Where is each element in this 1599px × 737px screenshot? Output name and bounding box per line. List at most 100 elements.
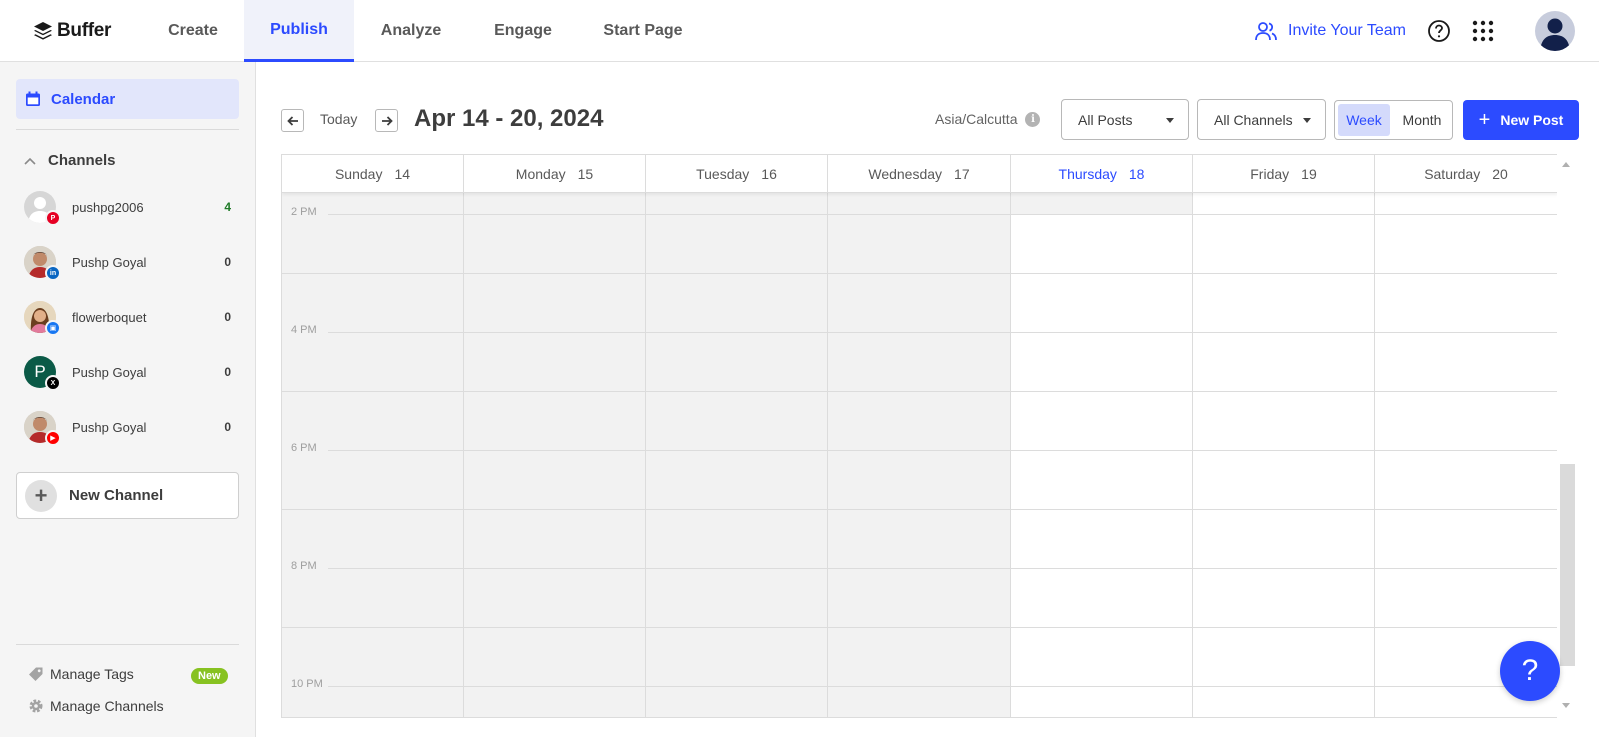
sidebar-divider	[16, 644, 239, 645]
scrollbar-thumb[interactable]	[1560, 464, 1575, 666]
posts-filter-select[interactable]: All Posts	[1061, 99, 1189, 140]
channel-post-count: 4	[224, 200, 231, 214]
channel-avatar: ▣	[24, 301, 61, 336]
facebook-page-icon: ▣	[45, 320, 61, 336]
tab-analyze[interactable]: Analyze	[365, 0, 457, 62]
day-name: Tuesday	[696, 165, 750, 182]
channel-avatar: P	[24, 191, 61, 226]
day-date: 15	[577, 165, 594, 182]
channel-post-count: 0	[224, 365, 231, 379]
help-icon	[1428, 20, 1450, 42]
day-header-wednesday: Wednesday 17	[828, 155, 1011, 192]
day-column-saturday[interactable]	[1375, 193, 1557, 717]
help-chat-button[interactable]: ?	[1500, 641, 1560, 701]
pinterest-icon: P	[45, 210, 61, 226]
tab-publish[interactable]: Publish	[244, 0, 354, 62]
channel-post-count: 0	[224, 310, 231, 324]
sidebar-item-calendar[interactable]: Calendar	[16, 79, 239, 119]
info-icon[interactable]: i	[1025, 111, 1041, 127]
channels-heading: Channels	[48, 152, 116, 169]
sidebar: Calendar Channels P pushpg2006 4 in Push…	[0, 62, 256, 737]
avatar-letter: P	[34, 362, 46, 381]
channel-name: Pushp Goyal	[72, 364, 147, 380]
week-view-button[interactable]: Week	[1338, 104, 1390, 136]
user-avatar-icon	[1540, 18, 1570, 51]
gear-icon	[29, 699, 43, 713]
day-column-friday[interactable]	[1193, 193, 1375, 717]
scroll-up-icon[interactable]	[1562, 162, 1570, 167]
channel-post-count: 0	[224, 255, 231, 269]
channel-name: Pushp Goyal	[72, 419, 147, 435]
date-range-title: Apr 14 - 20, 2024	[414, 105, 604, 132]
new-post-label: New Post	[1500, 112, 1564, 128]
timezone-label: Asia/Calcutta	[935, 111, 1018, 127]
hour-line	[328, 332, 1557, 333]
previous-week-button[interactable]	[281, 109, 304, 132]
chevron-up-icon	[24, 157, 36, 165]
buffer-logo[interactable]: Buffer	[33, 19, 111, 43]
past-time-shade	[1011, 193, 1192, 214]
channel-name: flowerboquet	[72, 309, 147, 325]
day-date: 20	[1492, 165, 1508, 182]
day-column-sunday[interactable]: 2 PM 4 PM 6 PM 8 PM 10 PM	[282, 193, 464, 717]
day-column-monday[interactable]	[464, 193, 646, 717]
plus-icon: +	[1478, 108, 1491, 131]
user-avatar[interactable]	[1535, 11, 1575, 51]
view-toggle: Week Month	[1334, 100, 1453, 140]
time-label: 6 PM	[291, 442, 317, 454]
channels-section-toggle[interactable]: Channels	[24, 152, 116, 169]
tab-create[interactable]: Create	[148, 0, 238, 62]
help-button[interactable]	[1425, 17, 1453, 45]
manage-tags-link[interactable]: Manage Tags	[28, 666, 134, 682]
channel-item[interactable]: ▶ Pushp Goyal 0	[16, 405, 239, 449]
hour-line	[328, 214, 1557, 215]
manage-channels-link[interactable]: Manage Channels	[28, 698, 164, 714]
hour-line	[328, 568, 1557, 569]
timezone-indicator: Asia/Calcutta i	[935, 111, 1041, 127]
tab-engage[interactable]: Engage	[477, 0, 569, 62]
tab-start-page[interactable]: Start Page	[590, 0, 696, 62]
day-name: Saturday	[1424, 165, 1481, 182]
arrow-left-icon	[286, 115, 298, 126]
hour-line	[282, 391, 1557, 392]
channel-item[interactable]: P X Pushp Goyal 0	[16, 350, 239, 394]
invite-team-button[interactable]: Invite Your Team	[1254, 17, 1406, 45]
calendar-header: Sunday 14 Monday 15 Tuesday 16 Wednesday…	[282, 155, 1557, 193]
time-label: 8 PM	[291, 560, 317, 572]
day-column-tuesday[interactable]	[646, 193, 828, 717]
scroll-down-icon[interactable]	[1562, 703, 1570, 708]
day-column-wednesday[interactable]	[828, 193, 1011, 717]
next-week-button[interactable]	[375, 109, 398, 132]
brand-name: Buffer	[57, 20, 112, 41]
sidebar-divider	[16, 129, 239, 130]
x-twitter-icon: X	[45, 375, 61, 391]
day-header-monday: Monday 15	[464, 155, 646, 192]
day-header-thursday: Thursday 18	[1011, 155, 1193, 192]
month-view-button[interactable]: Month	[1394, 104, 1450, 136]
tag-icon	[29, 667, 43, 681]
hour-line	[328, 450, 1557, 451]
calendar-label: Calendar	[51, 90, 116, 108]
time-label: 2 PM	[291, 206, 317, 218]
today-button[interactable]: Today	[320, 111, 357, 127]
new-post-button[interactable]: + New Post	[1463, 100, 1579, 140]
new-badge: New	[191, 668, 228, 684]
day-header-friday: Friday 19	[1193, 155, 1375, 192]
hour-line	[282, 273, 1557, 274]
caret-down-icon	[1166, 118, 1174, 123]
manage-tags-label: Manage Tags	[50, 666, 134, 682]
users-icon	[1255, 22, 1277, 41]
apps-menu-button[interactable]	[1469, 17, 1497, 45]
channel-item[interactable]: in Pushp Goyal 0	[16, 240, 239, 284]
channels-filter-value: All Channels	[1214, 111, 1293, 128]
day-header-tuesday: Tuesday 16	[646, 155, 828, 192]
channel-item[interactable]: ▣ flowerboquet 0	[16, 295, 239, 339]
channel-item[interactable]: P pushpg2006 4	[16, 185, 239, 229]
calendar-icon	[26, 91, 40, 106]
channels-filter-select[interactable]: All Channels	[1197, 99, 1326, 140]
day-date: 14	[394, 165, 411, 182]
new-channel-button[interactable]: + New Channel	[16, 472, 239, 519]
day-date: 19	[1301, 165, 1317, 182]
caret-down-icon	[1303, 118, 1311, 123]
day-column-thursday[interactable]	[1011, 193, 1193, 717]
